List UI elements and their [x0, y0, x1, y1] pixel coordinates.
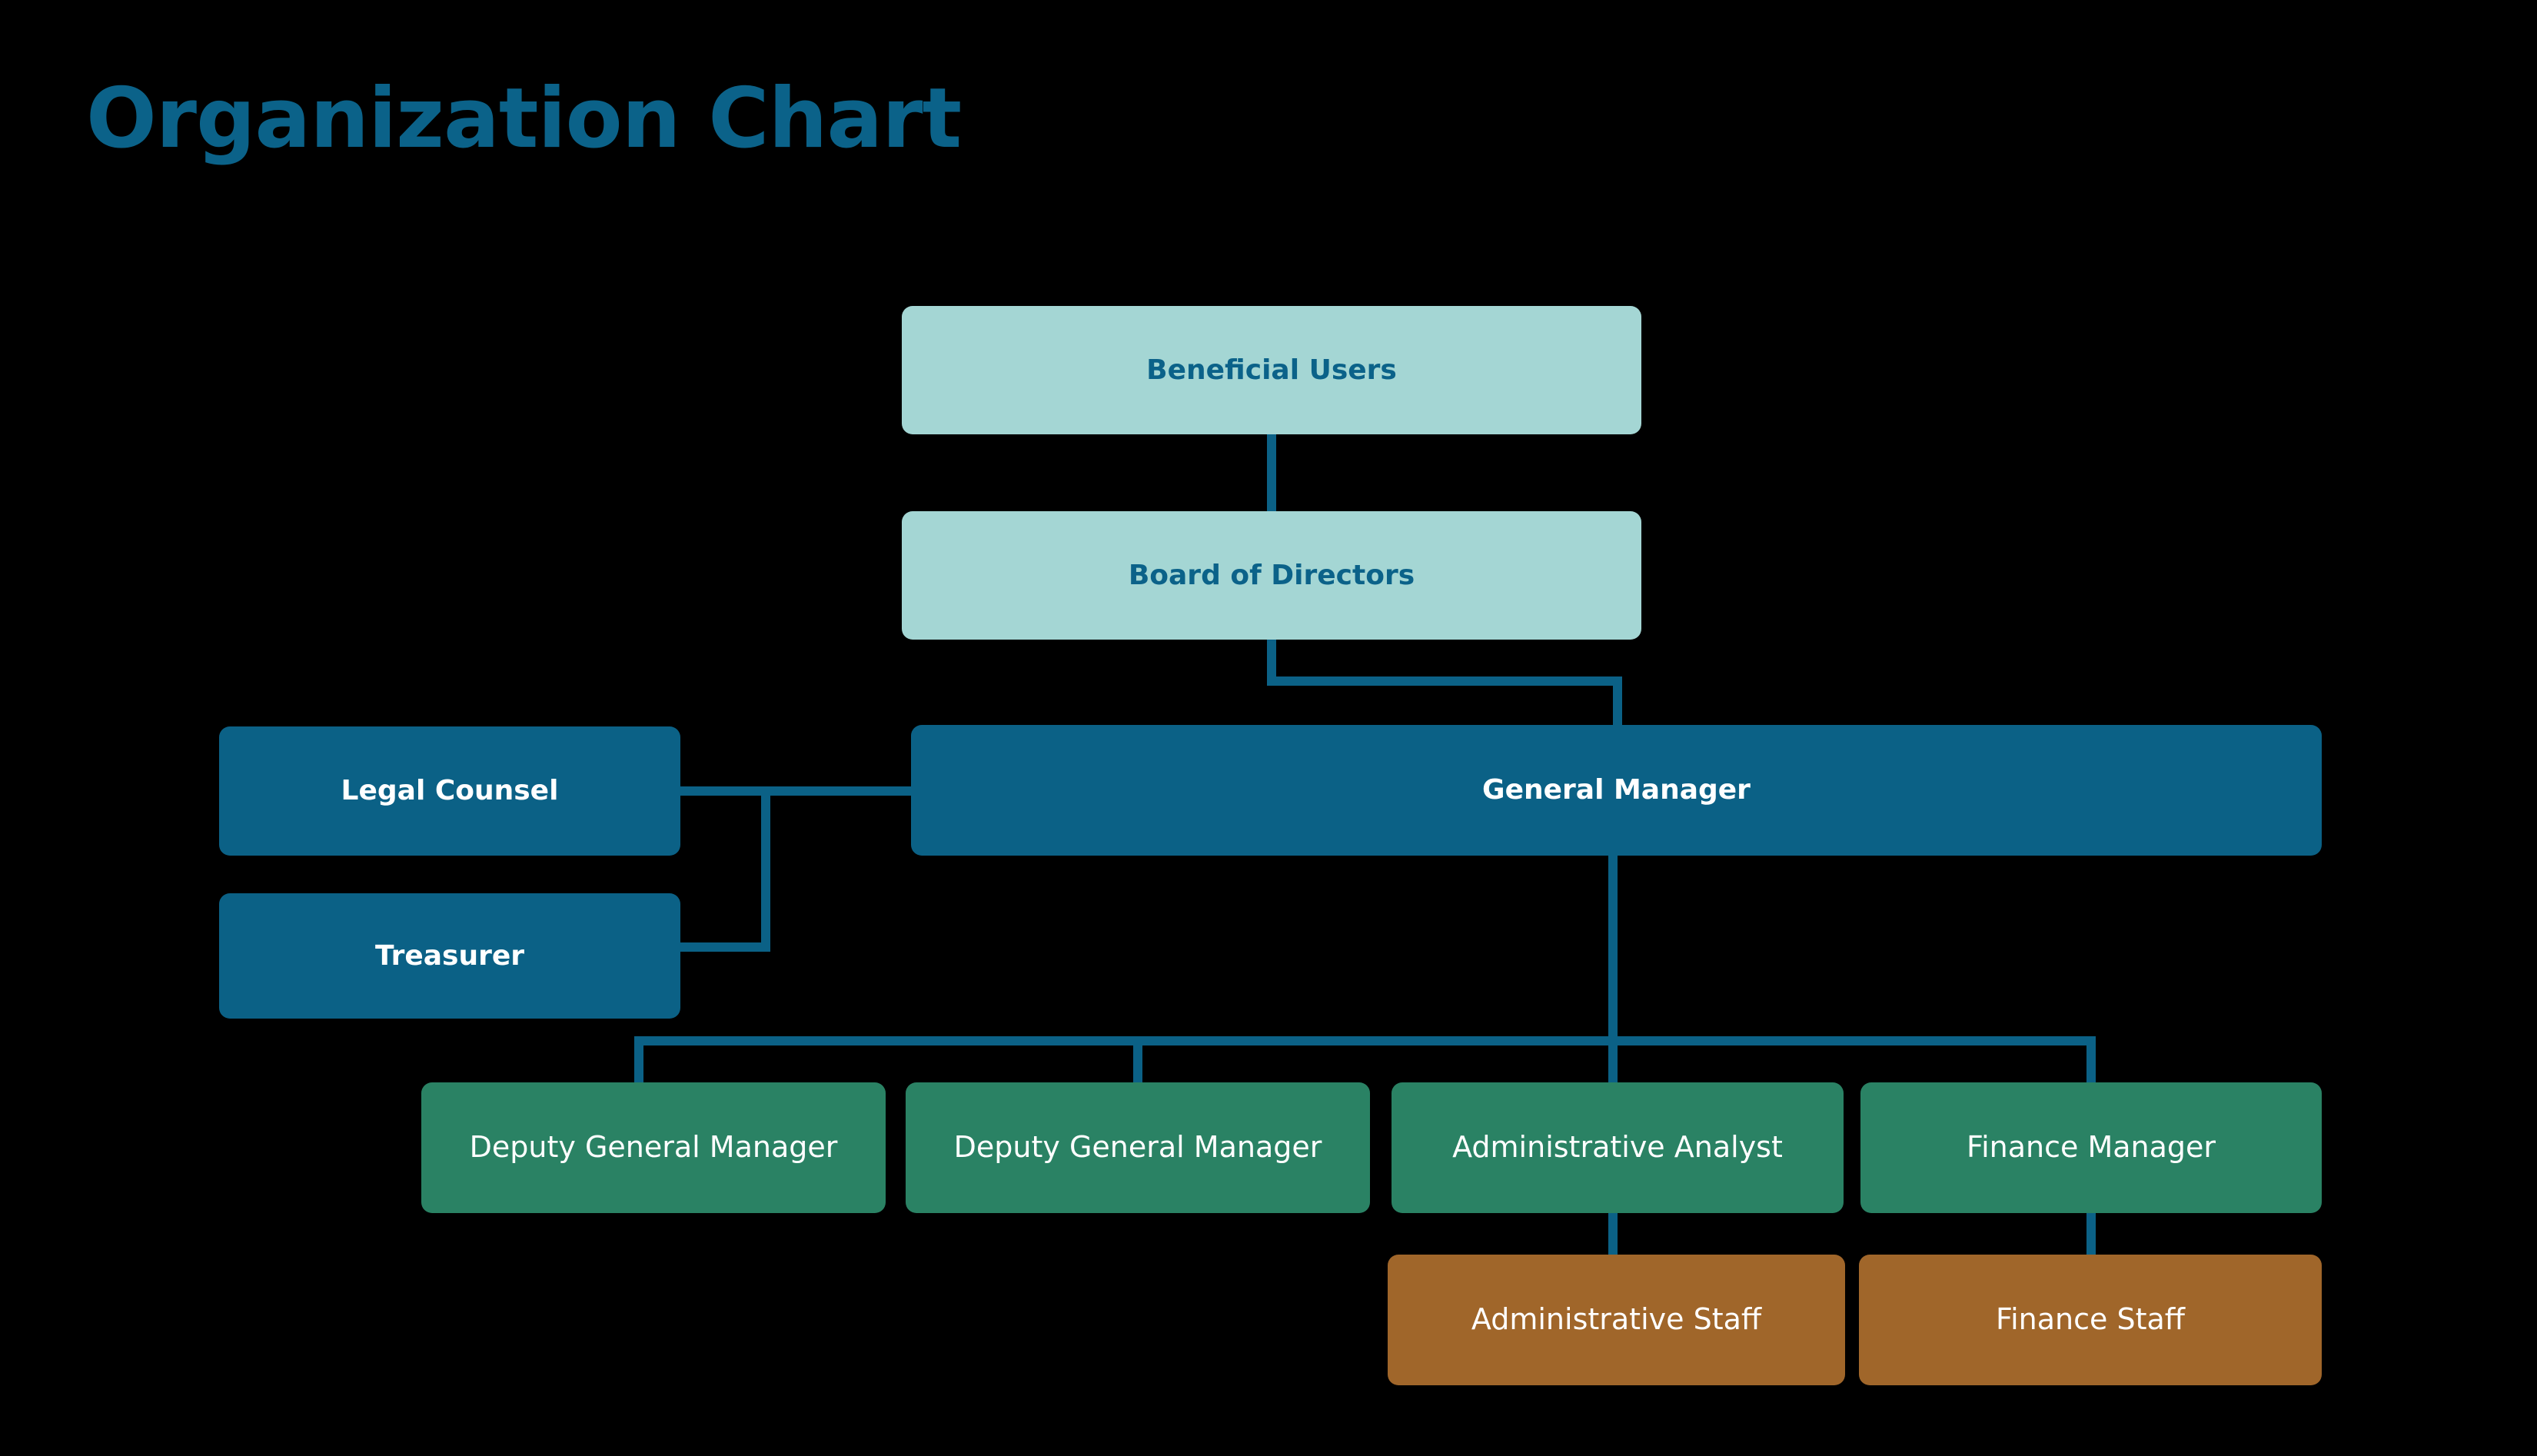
node-label-board-of-directors: Board of Directors — [1128, 559, 1415, 591]
node-finance-staff[interactable]: Finance Staff — [1859, 1255, 2322, 1385]
node-label-finance-staff: Finance Staff — [1996, 1302, 2185, 1337]
connector-administrative-analyst-to-staff — [1608, 1213, 1618, 1256]
node-administrative-staff[interactable]: Administrative Staff — [1388, 1255, 1845, 1385]
connector-bus-to-administrative-analyst — [1608, 1036, 1618, 1084]
node-board-of-directors[interactable]: Board of Directors — [902, 511, 1641, 640]
node-label-beneficial-users: Beneficial Users — [1146, 354, 1397, 386]
node-label-finance-manager: Finance Manager — [1966, 1130, 2216, 1165]
node-deputy-general-manager-2[interactable]: Deputy General Manager — [906, 1082, 1370, 1213]
connector-general-manager-to-treasurer — [680, 942, 770, 952]
node-legal-counsel[interactable]: Legal Counsel — [219, 726, 680, 856]
node-label-administrative-analyst: Administrative Analyst — [1452, 1130, 1783, 1165]
page-title: Organization Chart — [86, 71, 962, 167]
org-chart-canvas: Organization Chart Beneficial Users Boar… — [0, 0, 2537, 1456]
connector-general-manager-to-legal-counsel — [680, 786, 915, 796]
node-label-deputy-general-manager-2: Deputy General Manager — [953, 1130, 1322, 1165]
connector-bus-to-deputy-general-manager-2 — [1133, 1036, 1142, 1084]
connector-staff-vertical-spine — [761, 786, 770, 952]
connector-bus-to-deputy-general-manager-1 — [634, 1036, 643, 1084]
connector-bus-to-finance-manager — [2086, 1036, 2096, 1084]
node-finance-manager[interactable]: Finance Manager — [1860, 1082, 2322, 1213]
node-treasurer[interactable]: Treasurer — [219, 893, 680, 1019]
node-label-deputy-general-manager-1: Deputy General Manager — [469, 1130, 838, 1165]
node-label-administrative-staff: Administrative Staff — [1471, 1302, 1762, 1337]
connector-beneficial-users-to-board — [1267, 434, 1276, 511]
connector-finance-manager-to-staff — [2086, 1213, 2096, 1256]
node-beneficial-users[interactable]: Beneficial Users — [902, 306, 1641, 434]
connector-board-horizontal — [1267, 676, 1622, 686]
node-administrative-analyst[interactable]: Administrative Analyst — [1392, 1082, 1844, 1213]
connector-mid-tier-bus — [634, 1036, 2096, 1045]
node-label-legal-counsel: Legal Counsel — [341, 775, 559, 807]
node-label-general-manager: General Manager — [1482, 774, 1751, 806]
node-general-manager[interactable]: General Manager — [911, 725, 2322, 856]
node-label-treasurer: Treasurer — [374, 939, 525, 972]
node-deputy-general-manager-1[interactable]: Deputy General Manager — [421, 1082, 886, 1213]
